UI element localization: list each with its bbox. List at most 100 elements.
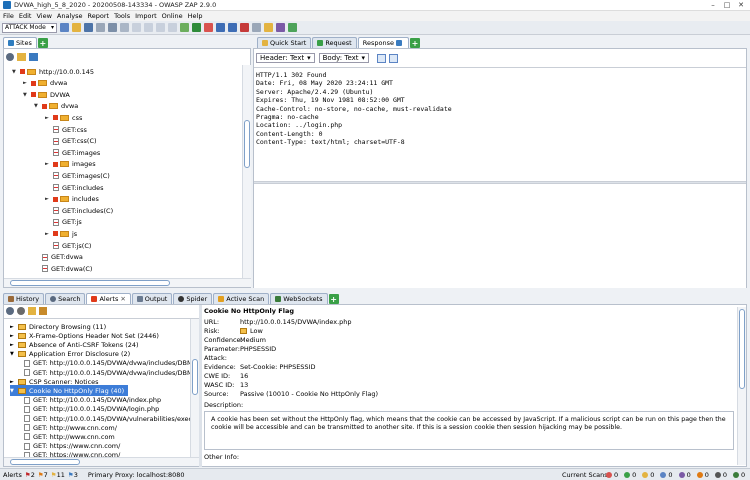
split-horizontal-icon[interactable] xyxy=(377,53,387,63)
layout-split-icon[interactable] xyxy=(144,23,153,32)
tab-spider[interactable]: Spider xyxy=(173,293,213,304)
site-page-node[interactable]: GET:images(C) xyxy=(45,170,110,181)
drop-icon[interactable] xyxy=(240,23,249,32)
tab-search[interactable]: Search xyxy=(45,293,86,304)
menu-analyse[interactable]: Analyse xyxy=(57,12,83,20)
chevron-down-icon[interactable]: ▼ xyxy=(23,92,29,98)
forced-user-icon[interactable] xyxy=(288,23,297,32)
tab-alerts[interactable]: Alerts ✕ xyxy=(86,293,131,304)
detail-field-value[interactable]: Passive (10010 - Cookie No HttpOnly Flag… xyxy=(240,390,378,398)
site-page-node[interactable]: GET:includes(C) xyxy=(45,205,113,216)
chevron-down-icon[interactable]: ▼ xyxy=(12,69,18,75)
site-folder-node[interactable]: ▼ dvwa xyxy=(34,101,78,112)
tab-request[interactable]: Request xyxy=(312,37,357,48)
stop-icon[interactable] xyxy=(204,23,213,32)
scrollbar-thumb[interactable] xyxy=(10,459,80,465)
folder-icon[interactable] xyxy=(17,53,26,61)
step-icon[interactable] xyxy=(216,23,225,32)
menu-view[interactable]: View xyxy=(36,12,51,20)
scrollbar-thumb[interactable] xyxy=(739,309,745,389)
header-view-select[interactable]: Header: Text ▾ xyxy=(256,53,315,63)
alerts-split-divider[interactable] xyxy=(199,305,202,467)
body-view-select[interactable]: Body: Text ▾ xyxy=(318,53,370,63)
detail-field-value[interactable]: http://10.0.0.145/DVWA/index.php xyxy=(240,318,352,326)
site-folder-node[interactable]: ► dvwa xyxy=(23,78,67,89)
add-tab-button[interactable]: + xyxy=(409,38,420,48)
show-tabs-icon[interactable] xyxy=(168,23,177,32)
chevron-right-icon[interactable]: ► xyxy=(10,342,16,348)
scan-policy-icon[interactable] xyxy=(180,23,189,32)
tab-output[interactable]: Output xyxy=(131,293,173,304)
snapshot-icon[interactable] xyxy=(96,23,105,32)
continue-icon[interactable] xyxy=(228,23,237,32)
tab-sites[interactable]: Sites xyxy=(3,37,37,48)
site-folder-node[interactable]: ▼ http://10.0.0.145 xyxy=(12,66,94,77)
response-body-text[interactable] xyxy=(254,184,746,288)
alerts-horizontal-scrollbar[interactable] xyxy=(4,457,199,466)
detail-field-value[interactable]: 13 xyxy=(240,381,248,389)
minimize-icon[interactable]: – xyxy=(706,0,720,10)
site-page-node[interactable]: GET:includes xyxy=(45,182,104,193)
sites-vertical-scrollbar[interactable] xyxy=(242,65,251,279)
sites-horizontal-scrollbar[interactable] xyxy=(4,278,251,287)
detail-field-value[interactable]: Low xyxy=(250,327,263,335)
chevron-right-icon[interactable]: ► xyxy=(10,333,16,339)
break-point-icon[interactable] xyxy=(252,23,261,32)
filter-icon[interactable] xyxy=(17,307,25,315)
marketplace-icon[interactable] xyxy=(276,23,285,32)
site-folder-node[interactable]: ▼ DVWA xyxy=(23,89,70,100)
edit-icon[interactable] xyxy=(28,307,36,315)
chevron-right-icon[interactable]: ► xyxy=(45,231,51,237)
chevron-right-icon[interactable]: ► xyxy=(10,379,16,385)
detail-field-value[interactable]: Set-Cookie: PHPSESSID xyxy=(240,363,315,371)
options-icon[interactable] xyxy=(120,23,129,32)
site-folder-node[interactable]: ► js xyxy=(45,228,77,239)
layout-icon[interactable] xyxy=(132,23,141,32)
chevron-right-icon[interactable]: ► xyxy=(23,80,29,86)
site-folder-node[interactable]: ► includes xyxy=(45,194,99,205)
chevron-down-icon[interactable]: ▼ xyxy=(34,103,40,109)
chevron-down-icon[interactable]: ▼ xyxy=(10,351,16,357)
maximize-icon[interactable]: □ xyxy=(720,0,734,10)
mode-select[interactable]: ATTACK Mode ▾ xyxy=(2,22,57,33)
delete-icon[interactable] xyxy=(39,307,47,315)
menu-edit[interactable]: Edit xyxy=(19,12,32,20)
site-page-node[interactable]: GET:dvwa xyxy=(34,252,83,263)
tab-active-scan[interactable]: Active Scan xyxy=(213,293,270,304)
close-icon[interactable]: ✕ xyxy=(734,0,748,10)
menu-online[interactable]: Online xyxy=(162,12,183,20)
tab-response[interactable]: Response xyxy=(357,37,409,48)
menu-import[interactable]: Import xyxy=(135,12,157,20)
alert-url-row[interactable]: GET: https://www.cnn.com/ xyxy=(24,450,120,457)
scrollbar-thumb[interactable] xyxy=(10,280,170,286)
add-tab-button[interactable]: + xyxy=(328,294,339,304)
site-page-node[interactable]: GET:js(C) xyxy=(45,240,91,251)
site-page-node[interactable]: GET:css(C) xyxy=(45,136,97,147)
alerts-vertical-scrollbar[interactable] xyxy=(190,319,199,457)
response-header-text[interactable]: HTTP/1.1 302 Found Date: Fri, 08 May 202… xyxy=(256,71,736,176)
scrollbar-thumb[interactable] xyxy=(192,359,198,395)
site-folder-node[interactable]: ► css xyxy=(45,112,82,123)
site-page-node[interactable]: GET:dvwa(C) xyxy=(34,263,92,274)
detail-field-value[interactable]: PHPSESSID xyxy=(240,345,276,353)
chevron-right-icon[interactable]: ► xyxy=(45,115,51,121)
site-page-node[interactable]: GET:images xyxy=(45,147,100,158)
save-session-icon[interactable] xyxy=(84,23,93,32)
chevron-right-icon[interactable]: ► xyxy=(45,161,51,167)
detail-field-value[interactable]: Medium xyxy=(240,336,266,344)
menu-file[interactable]: File xyxy=(3,12,14,20)
chevron-right-icon[interactable]: ► xyxy=(10,324,16,330)
tab-quick-start[interactable]: Quick Start xyxy=(257,37,312,48)
site-page-node[interactable]: GET:css xyxy=(45,124,87,135)
context-icon[interactable] xyxy=(29,53,38,61)
detail-vertical-scrollbar[interactable] xyxy=(737,307,746,465)
menu-report[interactable]: Report xyxy=(88,12,110,20)
site-page-node[interactable]: GET:js xyxy=(45,217,82,228)
new-session-icon[interactable] xyxy=(60,23,69,32)
session-properties-icon[interactable] xyxy=(108,23,117,32)
layout-tabs-icon[interactable] xyxy=(156,23,165,32)
tab-history[interactable]: History xyxy=(3,293,45,304)
scrollbar-thumb[interactable] xyxy=(244,120,250,168)
add-tab-button[interactable]: + xyxy=(37,38,48,48)
menu-help[interactable]: Help xyxy=(188,12,203,20)
